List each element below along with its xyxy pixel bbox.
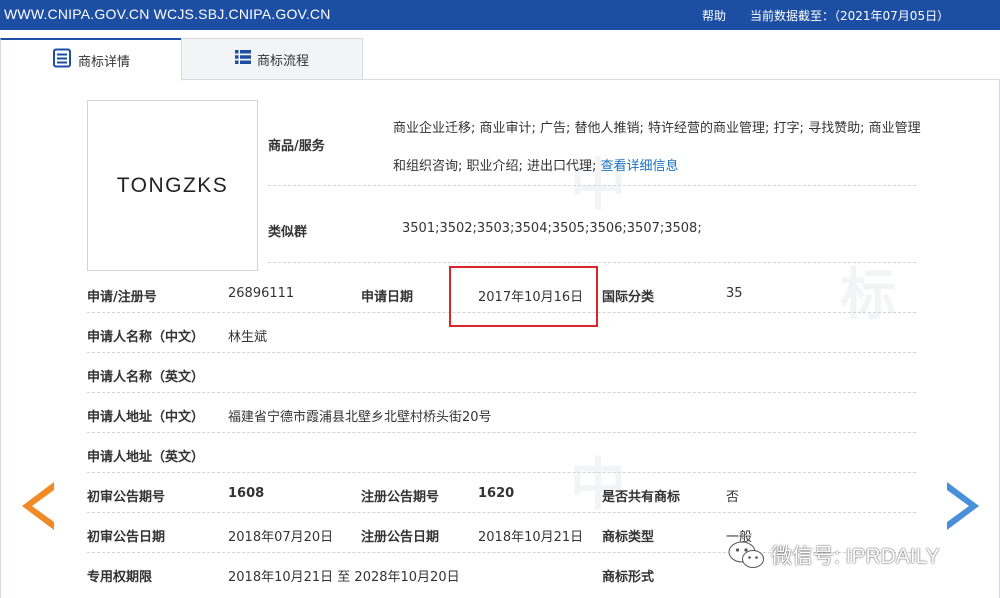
- similar-group-label: 类似群: [268, 225, 308, 240]
- apply-date-label: 申请日期: [361, 290, 414, 305]
- wechat-watermark: 微信号: IPRDAILY: [727, 540, 940, 570]
- help-link[interactable]: 帮助: [702, 7, 726, 24]
- tab-trademark-process[interactable]: 商标流程: [181, 38, 363, 80]
- shared-label: 是否共有商标: [602, 490, 681, 505]
- reg-pub-date-value: 2018年10月21日: [478, 530, 584, 545]
- reg-pub-no-value: 1620: [478, 486, 515, 501]
- apply-date-highlight-box: [449, 266, 598, 327]
- prelim-no-label: 初审公告期号: [87, 490, 166, 505]
- next-arrow-icon[interactable]: [947, 482, 979, 530]
- reg-no-label: 申请/注册号: [87, 290, 157, 305]
- tab-label: 商标详情: [77, 54, 130, 70]
- form-label: 商标形式: [602, 570, 655, 585]
- divider: [87, 512, 916, 513]
- divider: [87, 432, 916, 433]
- trademark-image: TONGZKS: [87, 100, 258, 271]
- previous-arrow-icon[interactable]: [22, 482, 54, 530]
- term-value: 2018年10月21日 至 2028年10月20日: [228, 570, 460, 585]
- reg-pub-no-label: 注册公告期号: [361, 490, 440, 505]
- goods-list: 商业企业迁移; 商业审计; 广告; 替他人推销; 特许经营的商业管理; 打字; …: [393, 110, 923, 186]
- list-icon: [234, 49, 251, 69]
- intl-class-value: 35: [726, 286, 743, 301]
- divider: [268, 262, 916, 263]
- similar-group-value: 3501;3502;3503;3504;3505;3506;3507;3508;: [402, 221, 702, 236]
- applicant-en-label: 申请人名称（英文）: [87, 370, 205, 385]
- prelim-date-label: 初审公告日期: [87, 530, 166, 545]
- data-date: 当前数据截至：（2021年07月05日）: [750, 9, 950, 23]
- tab-label: 商标流程: [256, 53, 309, 69]
- tab-trademark-details[interactable]: 商标详情: [0, 38, 182, 81]
- divider: [268, 185, 916, 186]
- reg-pub-date-label: 注册公告日期: [361, 530, 440, 545]
- intl-class-label: 国际分类: [602, 290, 655, 305]
- prelim-no-value: 1608: [228, 486, 265, 501]
- address-en-label: 申请人地址（英文）: [87, 450, 205, 465]
- document-list-icon: [52, 48, 72, 72]
- address-cn-value: 福建省宁德市霞浦县北壁乡北壁村桥头街20号: [228, 410, 492, 425]
- view-details-link[interactable]: 查看详细信息: [601, 159, 679, 174]
- watermark-text: 微信号: IPRDAILY: [771, 545, 940, 568]
- type-label: 商标类型: [602, 530, 655, 545]
- divider: [87, 392, 916, 393]
- divider: [87, 352, 916, 353]
- divider: [87, 472, 916, 473]
- address-cn-label: 申请人地址（中文）: [87, 410, 205, 425]
- trademark-logo-text: TONGZKS: [116, 173, 229, 197]
- applicant-cn-value: 林生斌: [228, 330, 268, 345]
- prelim-date-value: 2018年07月20日: [228, 530, 334, 545]
- site-urls: WWW.CNIPA.GOV.CN WCJS.SBJ.CNIPA.GOV.CN: [4, 6, 331, 22]
- wechat-icon: [728, 541, 764, 568]
- applicant-cn-label: 申请人名称（中文）: [87, 330, 205, 345]
- term-label: 专用权期限: [87, 570, 153, 585]
- shared-value: 否: [726, 490, 740, 505]
- top-bar: WWW.CNIPA.GOV.CN WCJS.SBJ.CNIPA.GOV.CN 帮…: [0, 0, 1000, 30]
- goods-label: 商品/服务: [268, 139, 325, 154]
- tab-bar: 商标详情 商标流程: [0, 38, 1000, 81]
- reg-no-value: 26896111: [228, 286, 295, 301]
